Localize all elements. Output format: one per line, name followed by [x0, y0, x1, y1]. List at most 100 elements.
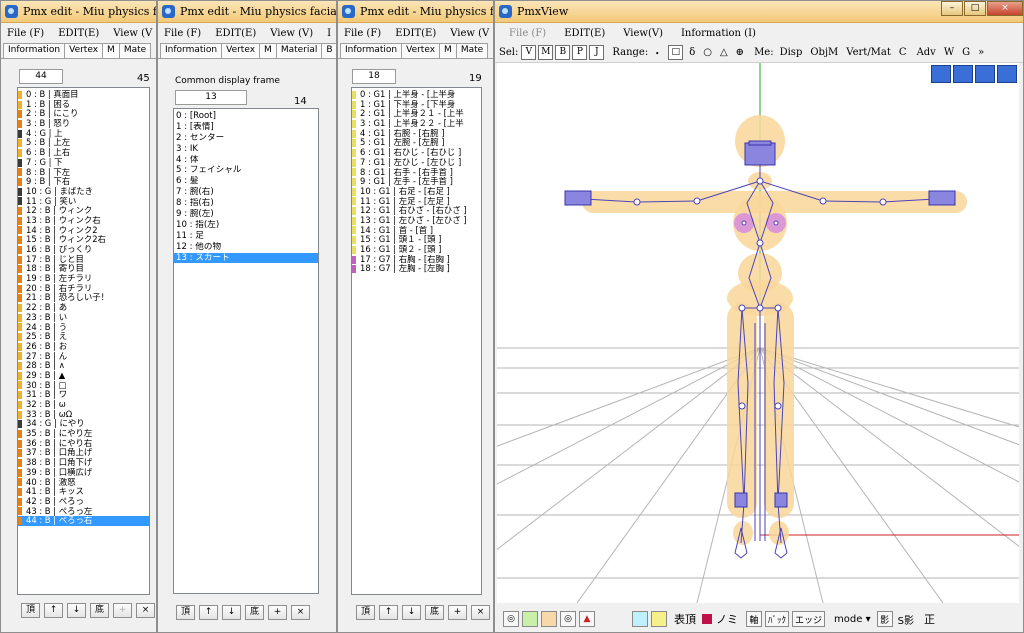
list-item[interactable]: 9 : 腕(左): [174, 209, 318, 220]
range-delta-button[interactable]: δ: [689, 47, 695, 58]
range-cross-button[interactable]: ⊕: [736, 47, 744, 58]
bone-toggle-icon[interactable]: [541, 611, 557, 627]
menu-edit[interactable]: EDIT(E): [395, 28, 436, 39]
vertex-toggle-icon[interactable]: ◎: [503, 611, 519, 627]
list-item[interactable]: 5 : フェイシャル: [174, 165, 318, 176]
list-item[interactable]: 12 : G1 | 右ひざ - [右ひざ ]: [352, 206, 481, 216]
tool-vertmat[interactable]: Vert/Mat: [846, 47, 891, 58]
list-item[interactable]: 3 : IK: [174, 144, 318, 155]
list-item[interactable]: 6 : 髪: [174, 176, 318, 187]
list-item[interactable]: 34 : G | にやり: [18, 419, 149, 429]
list-item[interactable]: 14 : G1 | 首 - [首 ]: [352, 226, 481, 236]
sel-p-button[interactable]: P: [572, 45, 588, 60]
list-item[interactable]: 1 : [表情]: [174, 122, 318, 133]
list-item[interactable]: 6 : G1 | 右ひじ - [右ひじ ]: [352, 148, 481, 158]
list-item[interactable]: 11 : 足: [174, 231, 318, 242]
top-button[interactable]: 頂: [176, 605, 195, 620]
bottom-button[interactable]: 底: [90, 603, 109, 618]
sel-v-button[interactable]: V: [521, 45, 537, 60]
self-shadow-button[interactable]: S影: [898, 612, 914, 627]
tab-information[interactable]: Information: [3, 43, 66, 58]
top-button[interactable]: 頂: [356, 605, 375, 620]
list-item[interactable]: 10 : G | まばたき: [18, 187, 149, 197]
menu-view[interactable]: View (V: [113, 28, 152, 39]
list-item[interactable]: 3 : B | 怒り: [18, 119, 149, 129]
tab-morph[interactable]: M: [439, 43, 457, 58]
tool-g[interactable]: G: [962, 47, 970, 58]
list-item[interactable]: 5 : G1 | 左腕 - [左腕 ]: [352, 138, 481, 148]
list-item[interactable]: 41 : B | キッス: [18, 487, 149, 497]
rotate-view-icon[interactable]: [997, 65, 1017, 83]
list-item[interactable]: 1 : B | 困る: [18, 100, 149, 110]
list-item[interactable]: 15 : B | ウィンク2右: [18, 235, 149, 245]
list-item[interactable]: 26 : B | お: [18, 342, 149, 352]
morph-list[interactable]: 0 : B | 真面目 1 : B | 困る 2 : B | にこり 3 : B | …: [17, 87, 150, 595]
list-item[interactable]: 5 : B | 上左: [18, 138, 149, 148]
list-item[interactable]: 25 : B | え: [18, 332, 149, 342]
menu-information[interactable]: Information (I): [681, 28, 756, 39]
list-item[interactable]: 0 : G1 | 上半身 - [上半身: [352, 90, 481, 100]
list-item[interactable]: 11 : G1 | 左足 - [左足 ]: [352, 197, 481, 207]
list-item[interactable]: 38 : B | 口角下げ: [18, 458, 149, 468]
tool-disp[interactable]: Disp: [780, 47, 803, 58]
list-item[interactable]: 19 : B | 左チラリ: [18, 274, 149, 284]
pan-view-icon[interactable]: [953, 65, 973, 83]
tool-objm[interactable]: ObjM: [810, 47, 838, 58]
list-item[interactable]: 23 : B | い: [18, 313, 149, 323]
list-item[interactable]: 17 : B | じと目: [18, 255, 149, 265]
list-item[interactable]: 8 : G1 | 右手 - [右手首 ]: [352, 168, 481, 178]
list-item[interactable]: 33 : B | ωΩ: [18, 410, 149, 420]
tab-morph[interactable]: M: [259, 43, 277, 58]
close-button[interactable]: ×: [987, 1, 1023, 16]
light-toggle-icon[interactable]: [632, 611, 648, 627]
list-item[interactable]: 12 : 他の物: [174, 242, 318, 253]
range-rect-button[interactable]: □: [668, 45, 684, 60]
list-item[interactable]: 22 : B | あ: [18, 303, 149, 313]
list-item[interactable]: 39 : B | 口横広げ: [18, 468, 149, 478]
zoom-view-icon[interactable]: [975, 65, 995, 83]
3d-viewport[interactable]: [497, 63, 1019, 603]
list-item[interactable]: 18 : G7 | 左胸 - [左胸 ]: [352, 264, 481, 274]
list-item[interactable]: 43 : B | ぺろっ左: [18, 507, 149, 517]
list-item[interactable]: 13 : G1 | 左ひざ - [左ひざ ]: [352, 216, 481, 226]
tab-vertex[interactable]: Vertex: [221, 43, 261, 58]
list-item[interactable]: 27 : B | ん: [18, 352, 149, 362]
menu-view[interactable]: View (V: [450, 28, 489, 39]
front-view-button[interactable]: 正: [924, 611, 935, 627]
list-item[interactable]: 36 : B | にやり右: [18, 439, 149, 449]
down-button[interactable]: ↓: [67, 603, 86, 618]
title-bar[interactable]: Pmx edit - Miu physics facials.pmx: [1, 1, 156, 23]
tool-adv[interactable]: Adv: [917, 47, 936, 58]
tab-material[interactable]: Mate: [455, 43, 489, 58]
list-item[interactable]: 0 : [Root]: [174, 111, 318, 122]
list-item[interactable]: 11 : G | 笑い: [18, 197, 149, 207]
move-view-icon[interactable]: [931, 65, 951, 83]
sel-j-button[interactable]: J: [589, 45, 605, 60]
axis-button[interactable]: 軸: [746, 611, 762, 627]
maximize-button[interactable]: □: [964, 1, 986, 16]
list-item[interactable]: 18 : B | 寄り目: [18, 264, 149, 274]
list-item[interactable]: 13 : B | ウィンク右: [18, 216, 149, 226]
list-item[interactable]: 4 : G1 | 右腕 - [右腕 ]: [352, 129, 481, 139]
range-point-button[interactable]: ・: [652, 45, 662, 60]
list-item[interactable]: 20 : B | 右チラリ: [18, 284, 149, 294]
menu-info[interactable]: I: [327, 28, 331, 39]
list-item[interactable]: 35 : B | にやり左: [18, 429, 149, 439]
list-item[interactable]: 7 : G | 下: [18, 158, 149, 168]
title-bar[interactable]: Pmx edit - Miu physics facials.pmx: [338, 1, 493, 23]
list-item[interactable]: 2 : G1 | 上半身２１ - [上半: [352, 109, 481, 119]
delete-button[interactable]: ×: [291, 605, 310, 620]
tab-material[interactable]: Mate: [118, 43, 152, 58]
body-toggle-icon[interactable]: ◎: [560, 611, 576, 627]
list-item[interactable]: 14 : B | ウィンク2: [18, 226, 149, 236]
list-item[interactable]: 15 : G1 | 頭１ - [頭 ]: [352, 235, 481, 245]
add-button[interactable]: +: [448, 605, 467, 620]
index-input[interactable]: 44: [19, 69, 63, 84]
list-item[interactable]: 30 : B | □: [18, 381, 149, 391]
list-item[interactable]: 42 : B | ぺろっ: [18, 497, 149, 507]
bottom-button[interactable]: 底: [245, 605, 264, 620]
color-toggle-icon[interactable]: [651, 611, 667, 627]
index-input[interactable]: 18: [352, 69, 396, 84]
list-item[interactable]: 16 : B | びっくり: [18, 245, 149, 255]
menu-edit[interactable]: EDIT(E): [215, 28, 256, 39]
